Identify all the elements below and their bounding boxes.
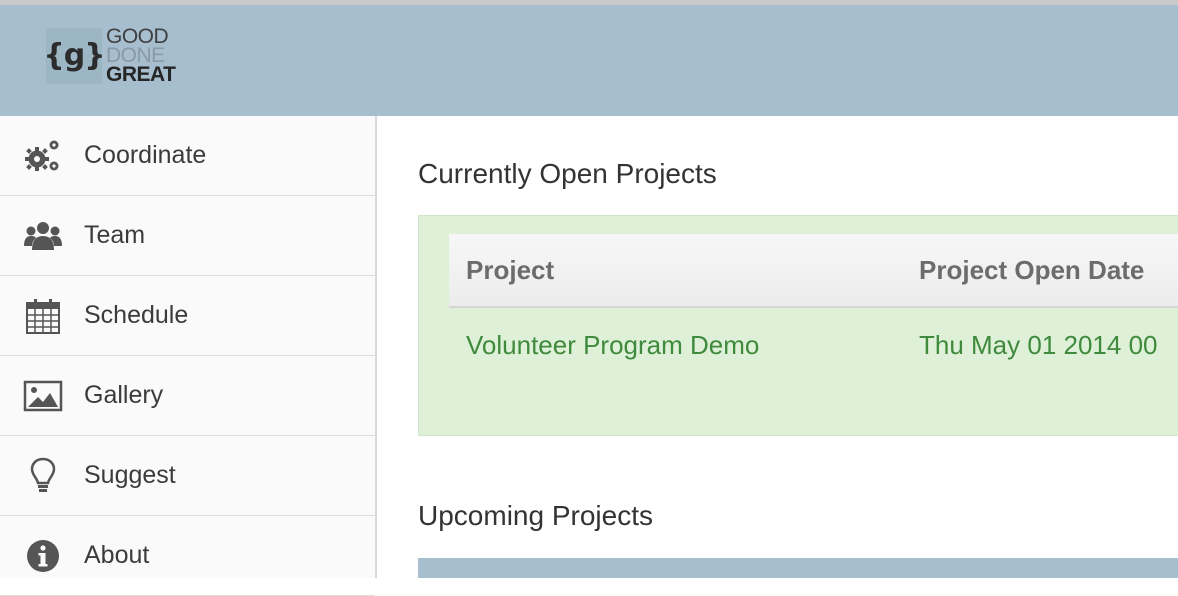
table-header-row: Project Project Open Date [449,234,1178,308]
sidebar-item-schedule[interactable]: Schedule [0,276,375,356]
image-icon [23,376,63,416]
gears-icon [23,136,63,176]
table-row[interactable]: Volunteer Program Demo Thu May 01 2014 0… [449,307,1178,382]
project-name-link[interactable]: Volunteer Program Demo [449,307,902,382]
brand-logo[interactable]: {g} GOOD DONE GREAT [43,26,176,86]
calendar-icon [23,296,63,336]
open-projects-panel: Project Project Open Date Volunteer Prog… [418,215,1178,436]
sidebar-item-coordinate[interactable]: Coordinate [0,116,375,196]
open-projects-heading: Currently Open Projects [418,158,717,189]
upcoming-projects-heading: Upcoming Projects [418,500,653,531]
sidebar-item-team[interactable]: Team [0,196,375,276]
sidebar-item-label: Gallery [84,381,164,409]
project-open-date: Thu May 01 2014 00 [919,329,1158,360]
column-header-open-date[interactable]: Project Open Date [902,234,1178,308]
logo-mark: {g} [43,27,106,84]
sidebar-item-label: Team [84,221,146,249]
logo-word-great: GREAT [106,63,176,86]
upcoming-projects-table-header [418,558,1178,578]
sidebar-item-label: Schedule [84,301,189,329]
sidebar-item-label: About [84,541,150,569]
logo-wordmark: GOOD DONE GREAT [106,26,176,86]
sidebar-item-label: Coordinate [84,141,207,169]
column-header-project[interactable]: Project [449,234,902,308]
sidebar-nav: Coordinate Team Schedule Gallery Suggest… [0,116,377,596]
sidebar-item-gallery[interactable]: Gallery [0,356,375,436]
lightbulb-icon [23,456,63,496]
sidebar-item-suggest[interactable]: Suggest [0,436,375,516]
open-projects-table: Project Project Open Date Volunteer Prog… [449,234,1178,382]
sidebar-item-label: Suggest [84,461,176,489]
site-header: {g} GOOD DONE GREAT [0,5,1178,116]
main-content: Currently Open Projects Project Project … [377,116,1178,578]
info-icon [23,536,63,576]
users-icon [23,216,63,256]
sidebar-item-about[interactable]: About [0,516,375,596]
